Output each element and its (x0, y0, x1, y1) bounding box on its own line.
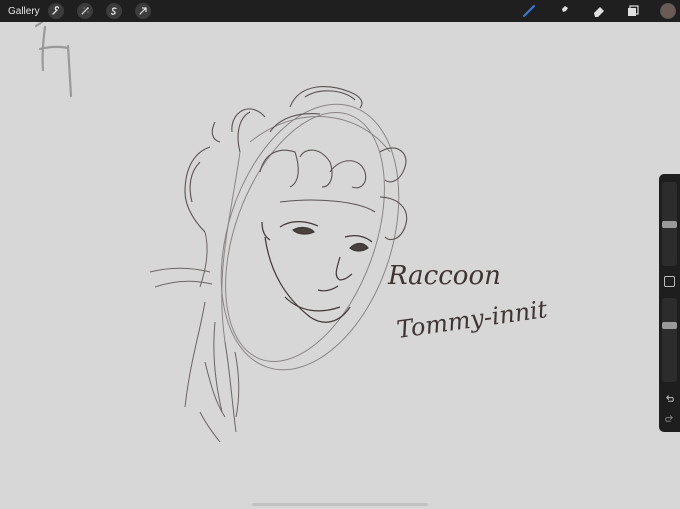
hair-sketch (184, 86, 408, 241)
transform-arrow-icon (139, 7, 147, 15)
handwriting-line-2: Tommy-innit (395, 295, 549, 344)
modify-square-icon[interactable] (664, 276, 675, 287)
brush-icon (523, 5, 535, 17)
home-indicator (252, 503, 428, 506)
drawing-canvas[interactable]: Raccoon Tommy-innit (0, 22, 680, 509)
actions-wrench-button[interactable] (48, 3, 64, 19)
selection-icon (110, 7, 117, 15)
opacity-thumb[interactable] (662, 321, 677, 329)
brush-size-slider[interactable] (662, 182, 677, 266)
adjustments-button[interactable] (77, 3, 93, 19)
layers-icon (628, 5, 639, 16)
brush-size-thumb[interactable] (662, 220, 677, 228)
opacity-slider[interactable] (662, 298, 677, 382)
top-toolbar: Gallery (0, 0, 680, 22)
wrench-icon (52, 6, 60, 15)
eraser-tool-button[interactable] (590, 2, 608, 20)
brush-sidebar (659, 174, 680, 432)
undo-icon (666, 395, 674, 402)
body-sketch (149, 231, 240, 443)
corner-scribble (34, 22, 73, 98)
color-picker-swatch[interactable] (660, 3, 676, 19)
handwriting-line-1: Raccoon (387, 261, 501, 291)
gallery-button[interactable]: Gallery (0, 6, 44, 17)
smudge-icon (560, 6, 568, 16)
magic-wand-icon (81, 7, 89, 15)
selection-button[interactable] (106, 3, 122, 19)
redo-button[interactable] (663, 412, 676, 425)
sketch-drawing: Raccoon Tommy-innit (34, 22, 549, 443)
layers-button[interactable] (624, 2, 642, 20)
smudge-tool-button[interactable] (555, 2, 573, 20)
brush-tool-button[interactable] (520, 2, 538, 20)
redo-icon (665, 415, 673, 422)
undo-button[interactable] (663, 392, 676, 405)
transform-button[interactable] (135, 3, 151, 19)
face-sketch (261, 221, 373, 323)
eraser-icon (594, 7, 604, 17)
